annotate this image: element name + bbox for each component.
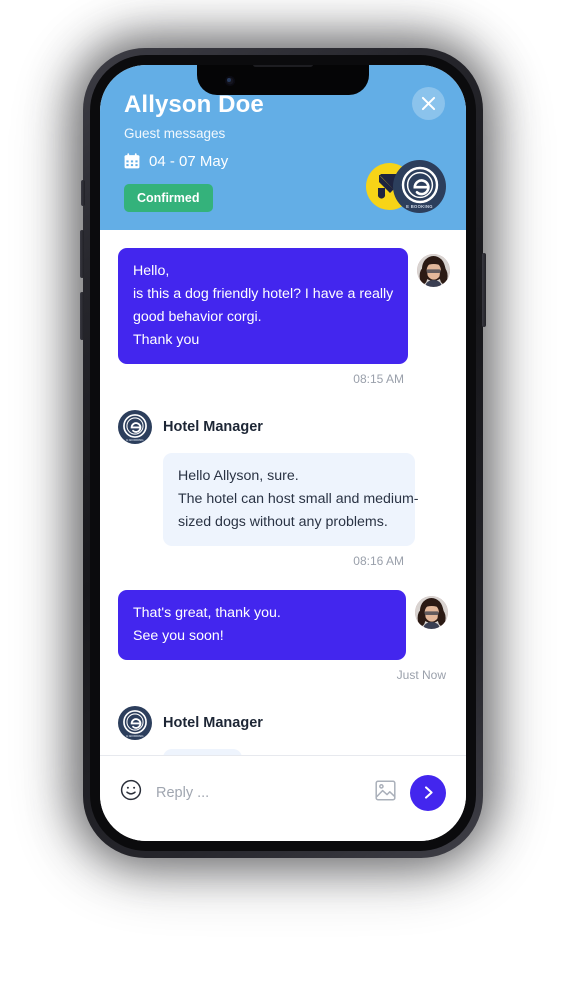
e-booking-caption: E BOOKING <box>126 733 144 738</box>
message-guest-1: Hello, is this a dog friendly hotel? I h… <box>118 247 451 364</box>
guest-avatar <box>415 595 448 629</box>
message-line: good behavior corgi. <box>133 308 262 325</box>
message-timestamp: 08:15 AM <box>353 371 404 386</box>
e-booking-caption: E BOOKING <box>126 437 144 442</box>
sender-name: Hotel Manager <box>163 714 263 731</box>
emoji-icon[interactable] <box>120 779 142 806</box>
message-manager-1: E BOOKING Hotel Manager Hello Allyson, s… <box>118 409 448 546</box>
message-timestamp: Just Now <box>396 667 446 682</box>
message-bubble: Hello Allyson, sure. The hotel can host … <box>163 452 419 546</box>
status-badge: Confirmed <box>124 183 213 212</box>
message-line: See you soon! <box>133 627 224 644</box>
message-bubble: That's great, thank you. See you soon! <box>118 589 406 660</box>
send-chevron-icon <box>422 786 435 799</box>
message-bubble: Hello, is this a dog friendly hotel? I h… <box>118 247 409 364</box>
send-button[interactable] <box>410 774 446 811</box>
e-booking-caption: E BOOKING <box>406 203 433 209</box>
phone-screen: Allyson Doe Guest messages 04 - 07 May C… <box>100 65 466 841</box>
manager-message-body: Hello Allyson, sure. The hotel can host … <box>163 452 448 546</box>
phone-notch <box>197 65 369 95</box>
sender-name: Hotel Manager <box>163 418 263 435</box>
silent-switch[interactable] <box>81 180 85 206</box>
brand-logos: E BOOKING <box>366 159 446 213</box>
message-guest-2: That's great, thank you. See you soon! <box>118 589 448 660</box>
hotel-manager-logo: E BOOKING <box>118 705 152 740</box>
image-attachment-icon[interactable] <box>375 779 396 806</box>
message-line: The hotel can host small and medium- <box>178 490 419 507</box>
close-icon <box>421 96 436 111</box>
guest-avatar <box>417 253 451 287</box>
message-line: sized dogs without any problems. <box>178 513 388 530</box>
message-composer <box>100 755 466 841</box>
screenshot-root: Allyson Doe Guest messages 04 - 07 May C… <box>0 0 565 988</box>
message-manager-typing: E BOOKING Hotel Manager <box>118 705 448 755</box>
reply-input[interactable] <box>156 784 361 801</box>
message-line: Thank you <box>133 331 200 348</box>
phone-device: Allyson Doe Guest messages 04 - 07 May C… <box>80 48 486 858</box>
volume-up-button[interactable] <box>80 230 84 278</box>
manager-header: E BOOKING Hotel Manager <box>118 409 448 444</box>
message-line: Hello, <box>133 262 170 279</box>
power-button[interactable] <box>482 253 486 327</box>
header-subtitle: Guest messages <box>124 125 226 141</box>
earpiece-speaker <box>253 65 313 67</box>
message-line: That's great, thank you. <box>133 604 281 621</box>
message-timestamp: 08:16 AM <box>353 553 404 568</box>
e-booking-logo: E BOOKING <box>393 159 446 213</box>
calendar-icon <box>124 153 140 169</box>
front-camera <box>225 76 235 86</box>
manager-header: E BOOKING Hotel Manager <box>118 705 448 740</box>
volume-down-button[interactable] <box>80 292 84 340</box>
close-button[interactable] <box>412 87 445 120</box>
message-line: is this a dog friendly hotel? I have a r… <box>133 285 394 302</box>
hotel-manager-logo: E BOOKING <box>118 409 152 444</box>
page-title: Allyson Doe <box>124 91 264 118</box>
message-line: Hello Allyson, sure. <box>178 467 299 484</box>
messages-list[interactable]: Hello, is this a dog friendly hotel? I h… <box>100 229 466 755</box>
booking-dates-text: 04 - 07 May <box>149 152 229 170</box>
